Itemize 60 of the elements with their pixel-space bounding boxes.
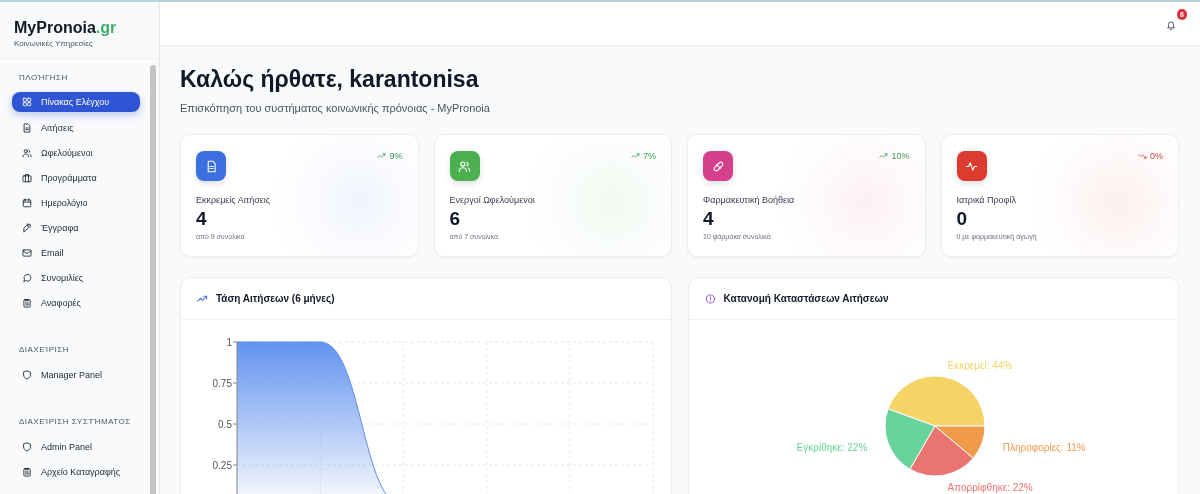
- pulse-icon: [965, 159, 978, 173]
- trend-indicator: 0%: [1138, 151, 1163, 161]
- sidebar-item[interactable]: Manager Panel: [12, 362, 140, 387]
- users-icon: [22, 147, 32, 158]
- stat-label: Ιατρικά Προφίλ: [956, 195, 1017, 205]
- slice-label: Απορρίφθηκε: 22%: [947, 482, 1033, 494]
- axis-label: 0.25: [212, 460, 232, 471]
- card-title: Τάση Αιτήσεων (6 μήνες): [216, 293, 335, 304]
- slice-label: Εκκρεμεί: 44%: [947, 359, 1012, 371]
- stat-value: 0: [956, 208, 969, 230]
- sidebar-item[interactable]: Ημερολόγιο: [12, 190, 140, 215]
- page-subtitle: Επισκόπηση του συστήματος κοινωνικής πρόνοιας - MyPronoia: [180, 102, 491, 114]
- section-heading: ΔΙΑΧΕΊΡΙΣΗ: [18, 345, 70, 356]
- trend-indicator: 7%: [631, 151, 656, 161]
- alert-icon: [704, 293, 716, 304]
- trend-indicator: 10%: [879, 151, 910, 161]
- scrollbar[interactable]: [150, 65, 156, 494]
- trend-icon: [197, 293, 208, 304]
- clipboard-icon: [22, 466, 32, 477]
- card-title: Κατανομή Καταστάσεων Αιτήσεων: [723, 293, 889, 304]
- trend-indicator: 9%: [377, 151, 403, 161]
- brand-name: MyPronoia: [14, 19, 96, 36]
- stat-label: Εκκρεμείς Αιτήσεις: [196, 195, 272, 205]
- sidebar-item[interactable]: Αναφορές: [12, 290, 140, 315]
- brand-domain: .gr: [95, 19, 117, 36]
- sidebar-item[interactable]: Αιτήσεις: [12, 115, 140, 140]
- stat-label: Ενεργοί Ωφελούμενοι: [449, 195, 536, 205]
- slice-label: Εγκρίθηκε: 22%: [796, 442, 867, 454]
- axis-label: 0.75: [212, 378, 232, 389]
- sidebar-item[interactable]: Αρχείο Καταγραφής: [12, 459, 140, 484]
- sidebar-item[interactable]: Πίνακας Ελέγχου: [12, 92, 140, 112]
- sidebar-item[interactable]: Προγράμματα: [12, 165, 140, 190]
- grid-icon: [22, 97, 32, 107]
- axis-label: 1: [226, 337, 232, 348]
- mail-icon: [22, 247, 32, 258]
- bell-icon: [1166, 19, 1176, 30]
- stat-value: 6: [449, 208, 462, 230]
- shield-icon: [22, 441, 32, 452]
- briefcase-icon: [22, 172, 32, 183]
- brand-subtitle: Κοινωνικές Υπηρεσίες: [14, 39, 94, 48]
- section-heading: ΠΛΟΉΓΗΣΗ: [18, 73, 69, 84]
- sidebar-item[interactable]: Συνομιλίες: [12, 265, 140, 290]
- stat-label: Φαρμακευτική Βοήθεια: [703, 195, 796, 205]
- stat-value: 4: [703, 208, 715, 230]
- sidebar-item[interactable]: Ωφελούμενοι: [12, 140, 140, 165]
- clipboard-icon: [22, 297, 32, 308]
- axis-label: 0.5: [218, 419, 232, 430]
- users-icon: [458, 159, 471, 173]
- sidebar-item[interactable]: Email: [12, 240, 140, 265]
- sidebar-item[interactable]: Έγγραφα: [12, 215, 140, 240]
- file-icon: [22, 122, 32, 133]
- slice-label: Πληροφορίες: 11%: [1002, 442, 1086, 454]
- sidebar-item[interactable]: Admin Panel: [12, 434, 140, 459]
- section-heading: ΔΙΑΧΕΊΡΙΣΗ ΣΥΣΤΉΜΑΤΟΣ: [18, 417, 132, 428]
- page-title: Καλώς ήρθατε, karantonisa: [180, 66, 480, 93]
- chat-icon: [22, 272, 32, 283]
- stat-value: 4: [196, 208, 208, 230]
- pill-icon: [711, 159, 725, 173]
- shield-icon: [22, 369, 32, 380]
- calendar-icon: [22, 197, 32, 208]
